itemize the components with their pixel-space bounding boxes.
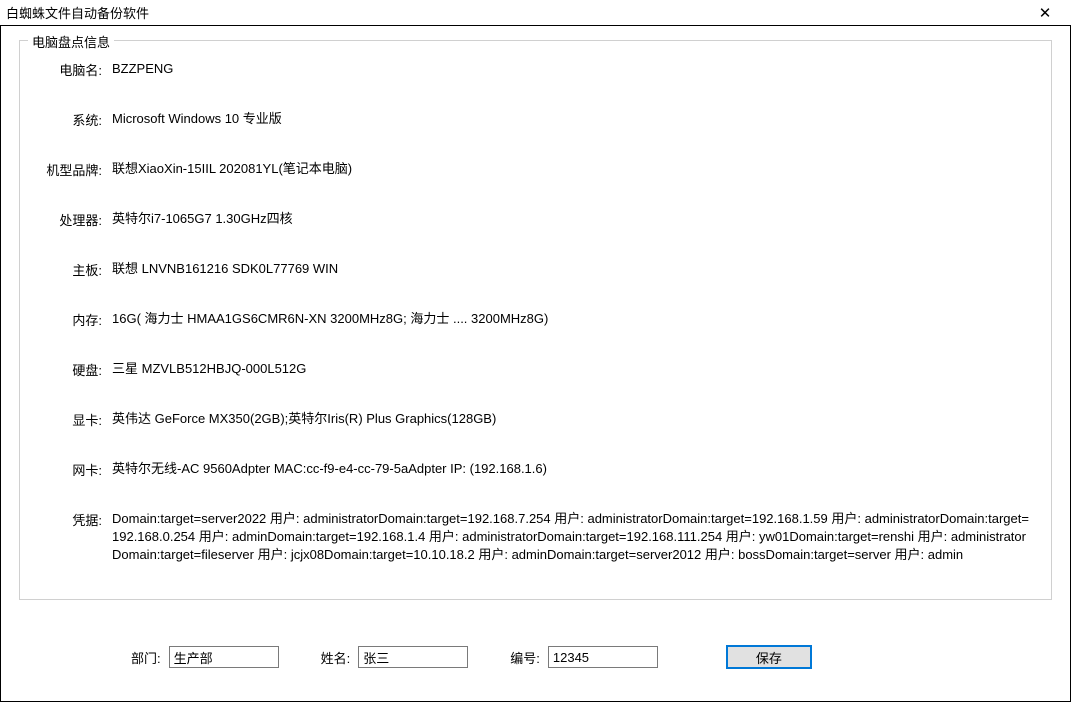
value-memory: 16G( 海力士 HMAA1GS6CMR6N-XN 3200MHz8G; 海力士…: [112, 309, 1033, 328]
label-system: 系统:: [38, 109, 112, 129]
row-gpu: 显卡: 英伟达 GeForce MX350(2GB);英特尔Iris(R) Pl…: [38, 409, 1033, 429]
row-credentials: 凭据: Domain:target=server2022 用户: adminis…: [38, 509, 1033, 565]
input-dept[interactable]: [169, 646, 279, 668]
label-disk: 硬盘:: [38, 359, 112, 379]
window-title: 白蜘蛛文件自动备份软件: [6, 3, 1025, 22]
value-cpu: 英特尔i7-1065G7 1.30GHz四核: [112, 209, 1033, 228]
row-nic: 网卡: 英特尔无线-AC 9560Adpter MAC:cc-f9-e4-cc-…: [38, 459, 1033, 479]
label-gpu: 显卡:: [38, 409, 112, 429]
group-legend: 电脑盘点信息: [28, 32, 114, 51]
row-model: 机型品牌: 联想XiaoXin-15IIL 202081YL(笔记本电脑): [38, 159, 1033, 179]
input-name[interactable]: [358, 646, 468, 668]
row-cpu: 处理器: 英特尔i7-1065G7 1.30GHz四核: [38, 209, 1033, 229]
titlebar: 白蜘蛛文件自动备份软件 ✕: [0, 0, 1071, 26]
value-nic: 英特尔无线-AC 9560Adpter MAC:cc-f9-e4-cc-79-5…: [112, 459, 1033, 478]
value-credentials: Domain:target=server2022 用户: administrat…: [112, 509, 1033, 565]
row-mainboard: 主板: 联想 LNVNB161216 SDK0L77769 WIN: [38, 259, 1033, 279]
label-nic: 网卡:: [38, 459, 112, 479]
value-disk: 三星 MZVLB512HBJQ-000L512G: [112, 359, 1033, 378]
label-computer-name: 电脑名:: [38, 59, 112, 79]
label-mainboard: 主板:: [38, 259, 112, 279]
label-name: 姓名:: [321, 648, 351, 667]
row-memory: 内存: 16G( 海力士 HMAA1GS6CMR6N-XN 3200MHz8G;…: [38, 309, 1033, 329]
label-dept: 部门:: [131, 648, 161, 667]
value-system: Microsoft Windows 10 专业版: [112, 109, 1033, 128]
value-mainboard: 联想 LNVNB161216 SDK0L77769 WIN: [112, 259, 1033, 278]
label-id: 编号:: [510, 648, 540, 667]
value-gpu: 英伟达 GeForce MX350(2GB);英特尔Iris(R) Plus G…: [112, 409, 1033, 428]
label-cpu: 处理器:: [38, 209, 112, 229]
close-icon[interactable]: ✕: [1025, 4, 1065, 22]
row-system: 系统: Microsoft Windows 10 专业版: [38, 109, 1033, 129]
row-computer-name: 电脑名: BZZPENG: [38, 59, 1033, 79]
inventory-group: 电脑盘点信息 电脑名: BZZPENG 系统: Microsoft Window…: [19, 40, 1052, 600]
window-body: 电脑盘点信息 电脑名: BZZPENG 系统: Microsoft Window…: [0, 26, 1071, 702]
save-button[interactable]: 保存: [726, 645, 812, 669]
bottom-form: 部门: 姓名: 编号: 保存: [131, 645, 1040, 669]
label-model: 机型品牌:: [38, 159, 112, 179]
row-disk: 硬盘: 三星 MZVLB512HBJQ-000L512G: [38, 359, 1033, 379]
label-credentials: 凭据:: [38, 509, 112, 529]
value-model: 联想XiaoXin-15IIL 202081YL(笔记本电脑): [112, 159, 1033, 178]
value-computer-name: BZZPENG: [112, 59, 1033, 78]
label-memory: 内存:: [38, 309, 112, 329]
input-id[interactable]: [548, 646, 658, 668]
